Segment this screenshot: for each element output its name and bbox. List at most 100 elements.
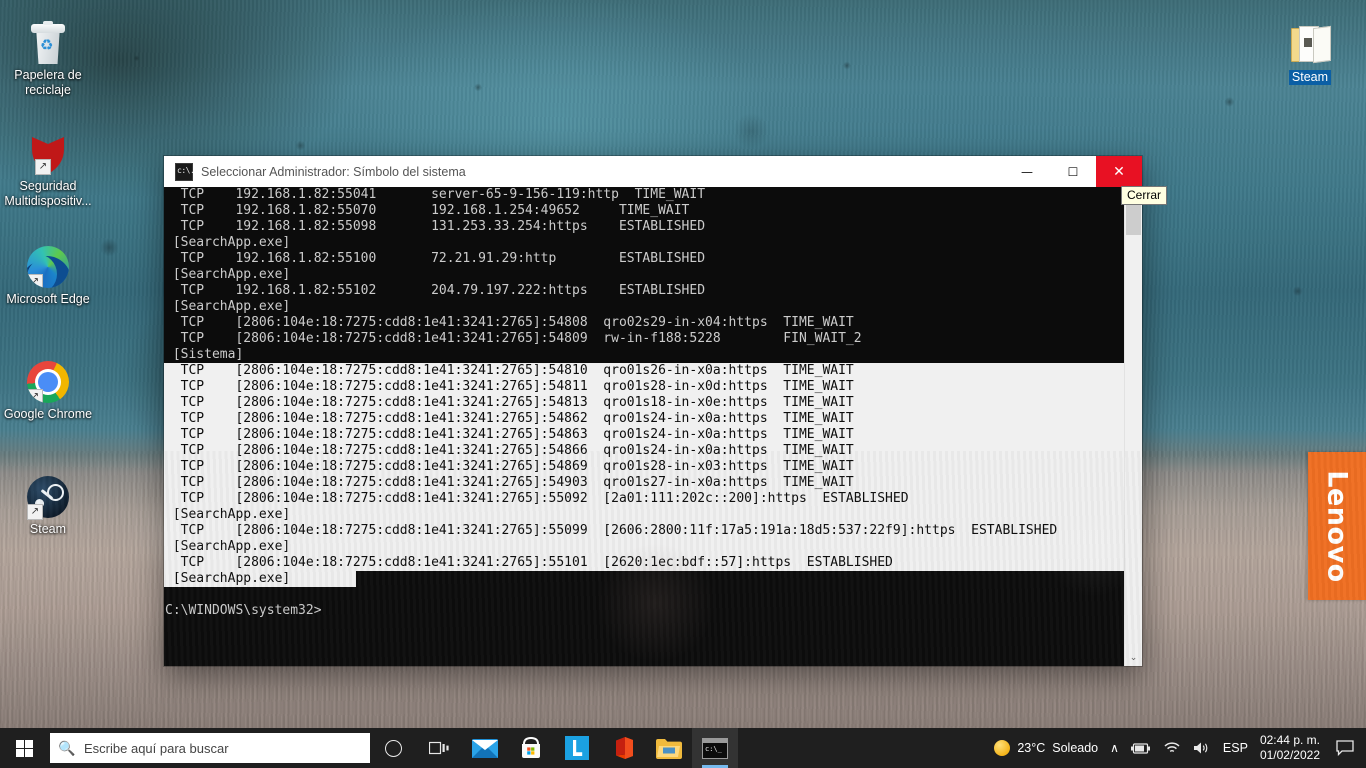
weather-description: Soleado bbox=[1052, 741, 1099, 755]
start-button[interactable] bbox=[0, 728, 48, 768]
task-view-icon bbox=[429, 741, 449, 755]
console-line: TCP [2806:104e:18:7275:cdd8:1e41:3241:27… bbox=[164, 395, 1124, 411]
console-line: [SearchApp.exe] bbox=[164, 507, 1124, 523]
google-chrome-icon: ↗ bbox=[0, 353, 96, 403]
show-hidden-icons-button[interactable]: ∧ bbox=[1104, 728, 1125, 768]
clock-date: 01/02/2022 bbox=[1259, 748, 1320, 762]
taskbar-item-file-explorer[interactable] bbox=[646, 728, 692, 768]
taskbar-item-cortana[interactable] bbox=[370, 728, 416, 768]
console-output-area[interactable]: TCP 192.168.1.82:55041 server-65-9-156-1… bbox=[164, 187, 1142, 666]
taskbar-item-mail[interactable] bbox=[462, 728, 508, 768]
scroll-down-arrow-icon[interactable]: ⌄ bbox=[1125, 649, 1142, 666]
console-text: TCP 192.168.1.82:55041 server-65-9-156-1… bbox=[164, 187, 1124, 619]
search-icon: 🔍 bbox=[58, 739, 76, 756]
volume-button[interactable] bbox=[1187, 728, 1217, 768]
recycle-bin-icon: ♻ bbox=[0, 14, 96, 64]
console-line: C:\WINDOWS\system32> bbox=[165, 603, 322, 618]
console-line: TCP [2806:104e:18:7275:cdd8:1e41:3241:27… bbox=[164, 523, 1124, 539]
command-prompt-window[interactable]: Seleccionar Administrador: Símbolo del s… bbox=[164, 156, 1168, 666]
folder-icon bbox=[1262, 12, 1358, 64]
console-line: TCP [2806:104e:18:7275:cdd8:1e41:3241:27… bbox=[164, 363, 1124, 379]
console-line: TCP [2806:104e:18:7275:cdd8:1e41:3241:27… bbox=[164, 459, 1124, 475]
console-line: TCP [2806:104e:18:7275:cdd8:1e41:3241:27… bbox=[164, 443, 1124, 459]
taskbar-item-microsoft-office[interactable] bbox=[600, 728, 646, 768]
action-center-button[interactable] bbox=[1330, 728, 1366, 768]
chevron-up-icon: ∧ bbox=[1110, 741, 1119, 755]
shortcut-overlay-icon: ↗ bbox=[27, 504, 43, 520]
windows-logo-icon bbox=[15, 739, 33, 757]
desktop-icon-steam-folder[interactable]: Steam bbox=[1262, 12, 1358, 86]
file-explorer-icon bbox=[656, 738, 682, 759]
weather-widget[interactable]: 23°C Soleado bbox=[988, 728, 1104, 768]
console-line: TCP [2806:104e:18:7275:cdd8:1e41:3241:27… bbox=[165, 315, 854, 330]
desktop-icon-google-chrome[interactable]: ↗ Google Chrome bbox=[0, 353, 96, 422]
taskbar-item-command-prompt[interactable]: c:\_ bbox=[692, 728, 738, 768]
console-line: TCP 192.168.1.82:55098 131.253.33.254:ht… bbox=[165, 219, 706, 234]
desktop-icon-label: Steam bbox=[29, 522, 67, 536]
console-line: [SearchApp.exe] bbox=[165, 235, 291, 250]
minimize-button[interactable]: — bbox=[1004, 156, 1050, 187]
shortcut-overlay-icon: ↗ bbox=[27, 274, 43, 288]
microsoft-edge-icon: ↗ bbox=[0, 238, 96, 288]
console-line: TCP [2806:104e:18:7275:cdd8:1e41:3241:27… bbox=[164, 475, 1124, 491]
window-title: Seleccionar Administrador: Símbolo del s… bbox=[201, 164, 466, 179]
sun-icon bbox=[994, 740, 1011, 756]
taskbar-item-lenovo-vantage[interactable] bbox=[554, 728, 600, 768]
desktop-icon-label: Steam bbox=[1288, 70, 1332, 85]
desktop-icon-label: Google Chrome bbox=[3, 407, 93, 421]
clock[interactable]: 02:44 p. m. 01/02/2022 bbox=[1254, 728, 1330, 768]
shortcut-overlay-icon: ↗ bbox=[35, 159, 51, 175]
desktop-icon-label: Seguridad Multidispositiv... bbox=[4, 179, 92, 208]
console-line: TCP [2806:104e:18:7275:cdd8:1e41:3241:27… bbox=[164, 555, 1124, 571]
console-line: [SearchApp.exe] bbox=[165, 299, 291, 314]
taskbar-item-task-view[interactable] bbox=[416, 728, 462, 768]
console-line: [SearchApp.exe] bbox=[164, 539, 1124, 555]
console-line: TCP [2806:104e:18:7275:cdd8:1e41:3241:27… bbox=[165, 331, 862, 346]
wifi-icon bbox=[1164, 742, 1180, 753]
steam-icon: ↗ bbox=[0, 468, 96, 520]
console-line: TCP [2806:104e:18:7275:cdd8:1e41:3241:27… bbox=[164, 427, 1124, 443]
console-line: TCP 192.168.1.82:55070 192.168.1.254:496… bbox=[165, 203, 690, 218]
desktop-icon-mcafee-security[interactable]: ↗ Seguridad Multidispositiv... bbox=[0, 125, 96, 209]
desktop-icon-steam[interactable]: ↗ Steam bbox=[0, 468, 96, 537]
console-line: TCP [2806:104e:18:7275:cdd8:1e41:3241:27… bbox=[164, 491, 1124, 507]
console-line: TCP [2806:104e:18:7275:cdd8:1e41:3241:27… bbox=[164, 411, 1124, 427]
desktop-icon-label: Papelera de reciclaje bbox=[14, 68, 82, 97]
desktop-icon-recycle-bin[interactable]: ♻ Papelera de reciclaje bbox=[0, 14, 96, 98]
search-placeholder: Escribe aquí para buscar bbox=[84, 740, 229, 756]
desktop-background[interactable]: Lenovo ♻ Papelera de reciclaje ↗ Segurid… bbox=[0, 0, 1366, 728]
cmd-icon bbox=[175, 162, 194, 181]
console-line: TCP 192.168.1.82:55102 204.79.197.222:ht… bbox=[165, 283, 706, 298]
desktop-icon-label: Microsoft Edge bbox=[6, 292, 90, 306]
window-title-bar[interactable]: Seleccionar Administrador: Símbolo del s… bbox=[164, 156, 1142, 187]
console-line: TCP 192.168.1.82:55100 72.21.91.29:http … bbox=[165, 251, 706, 266]
taskbar-item-microsoft-store[interactable] bbox=[508, 728, 554, 768]
mail-icon bbox=[472, 738, 498, 758]
shortcut-overlay-icon: ↗ bbox=[27, 389, 43, 403]
console-vertical-scrollbar[interactable]: ⌃ ⌄ bbox=[1124, 187, 1142, 666]
lenovo-brand-banner: Lenovo bbox=[1308, 452, 1366, 600]
command-prompt-icon: c:\_ bbox=[702, 737, 728, 759]
lenovo-icon bbox=[565, 736, 589, 760]
console-line: [Sistema] bbox=[165, 347, 244, 362]
lenovo-label: Lenovo bbox=[1321, 469, 1353, 583]
language-indicator[interactable]: ESP bbox=[1217, 728, 1254, 768]
battery-status-button[interactable] bbox=[1125, 728, 1157, 768]
desktop-icon-microsoft-edge[interactable]: ↗ Microsoft Edge bbox=[0, 238, 96, 307]
maximize-button[interactable]: ☐ bbox=[1050, 156, 1096, 187]
console-line: TCP [2806:104e:18:7275:cdd8:1e41:3241:27… bbox=[164, 379, 1124, 395]
close-button[interactable]: ✕ bbox=[1096, 156, 1142, 187]
office-icon bbox=[616, 737, 633, 759]
network-status-button[interactable] bbox=[1157, 728, 1187, 768]
system-tray[interactable]: 23°C Soleado ∧ ESP 02:44 p. m. 01/02/202… bbox=[988, 728, 1366, 768]
weather-temperature: 23°C bbox=[1017, 741, 1046, 755]
search-input[interactable]: 🔍 Escribe aquí para buscar bbox=[50, 733, 370, 763]
console-line: [SearchApp.exe] bbox=[165, 267, 291, 282]
clock-time: 02:44 p. m. bbox=[1259, 733, 1320, 747]
mcafee-shield-icon: ↗ bbox=[0, 125, 96, 175]
battery-icon bbox=[1130, 742, 1150, 754]
taskbar[interactable]: 🔍 Escribe aquí para buscar c:\_ 23°C Sol… bbox=[0, 728, 1366, 768]
volume-icon bbox=[1193, 742, 1208, 754]
notification-icon bbox=[1336, 740, 1354, 756]
